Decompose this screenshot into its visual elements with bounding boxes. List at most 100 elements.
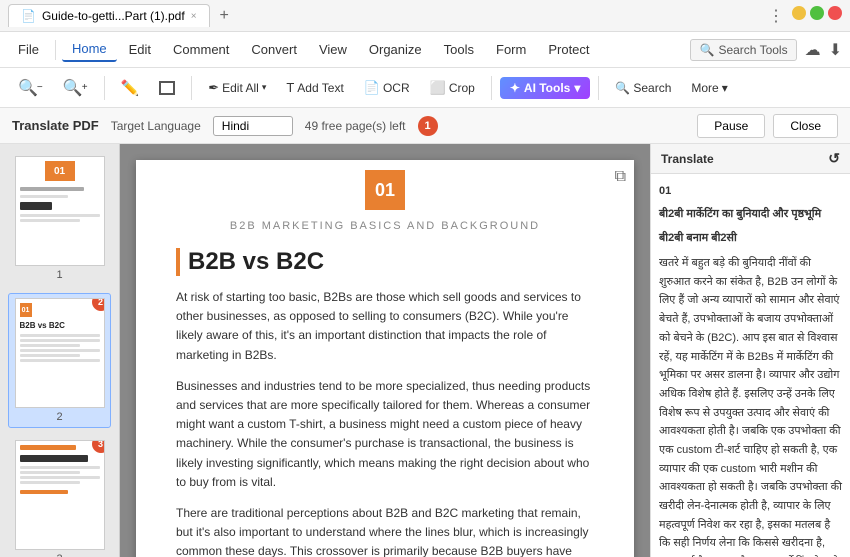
menu-comment[interactable]: Comment: [163, 38, 239, 61]
tab-close-icon[interactable]: ×: [191, 11, 197, 22]
zoom-in-button[interactable]: 🔍 +: [55, 74, 96, 102]
draw-icon: ✏️: [121, 79, 140, 97]
thumb-title-line: [20, 187, 84, 191]
translate-close-button[interactable]: Close: [773, 114, 838, 138]
cloud-upload-icon[interactable]: ☁: [805, 40, 821, 60]
edit-all-button[interactable]: ✒ Edit All ▾: [200, 76, 274, 100]
ai-star-icon: ✦: [510, 81, 520, 95]
more-label: More: [691, 81, 718, 95]
translation-panel-body: 01 बी2बी मार्केटिंग का बुनियादी और पृष्ठ…: [651, 174, 850, 557]
thumb-bottom-bar: [20, 490, 68, 494]
dots-icon: ⋮: [768, 6, 784, 26]
ai-tools-button[interactable]: ✦ AI Tools ▾: [500, 77, 591, 99]
crop-icon: ⬜: [430, 80, 446, 96]
close-button[interactable]: [828, 6, 842, 20]
more-dropdown-icon: ▾: [722, 81, 728, 95]
thumb-line-9: [20, 359, 100, 362]
search-button[interactable]: 🔍 Search: [607, 77, 679, 99]
tab-title: Guide-to-getti...Part (1).pdf: [42, 9, 185, 23]
thumb-line-13: [20, 481, 80, 484]
cloud-download-icon[interactable]: ⬇: [829, 40, 842, 60]
zoom-in-icon: 🔍: [63, 78, 83, 98]
paragraph-1: At risk of starting too basic, B2Bs are …: [176, 288, 594, 365]
thumbnail-page-3[interactable]: 3 3: [8, 436, 111, 557]
edit-all-label: Edit All: [222, 81, 259, 95]
thumb-image-3: 3: [15, 440, 105, 550]
thumb-content-1: 01: [16, 157, 104, 265]
pause-button[interactable]: Pause: [697, 114, 765, 138]
menu-tools[interactable]: Tools: [434, 38, 484, 61]
menu-protect[interactable]: Protect: [538, 38, 599, 61]
translation-panel-header: Translate ↺: [651, 144, 850, 174]
zoom-out-icon: 🔍: [18, 78, 38, 98]
thumb-line-12: [20, 476, 100, 479]
minimize-button[interactable]: [792, 6, 806, 20]
menu-home[interactable]: Home: [62, 37, 117, 62]
translation-panel-title: Translate: [661, 152, 714, 166]
thumb-logo-block: [20, 202, 52, 210]
title-bar: 📄 Guide-to-getti...Part (1).pdf × + ⋮: [0, 0, 850, 32]
menu-bar: File Home Edit Comment Convert View Orga…: [0, 32, 850, 68]
orange-bar-decoration: [176, 248, 180, 276]
thumbnail-page-2[interactable]: 2 01 B2B vs B2C 2: [8, 293, 111, 428]
menu-form[interactable]: Form: [486, 38, 536, 61]
thumb-page-marker: 01: [20, 303, 32, 317]
new-tab-button[interactable]: +: [216, 7, 233, 25]
add-text-button[interactable]: T Add Text: [278, 76, 351, 99]
pdf-page: ⧉ 01 B2B MARKETING BASICS AND BACKGROUND…: [136, 160, 634, 557]
active-tab[interactable]: 📄 Guide-to-getti...Part (1).pdf ×: [8, 4, 210, 27]
menu-convert[interactable]: Convert: [241, 38, 307, 61]
thumb-line-6: [20, 344, 80, 347]
section-title-text: B2B vs B2C: [188, 248, 324, 276]
thumb-line-10: [20, 466, 100, 469]
copy-icon[interactable]: ⧉: [615, 168, 626, 186]
thumb-content-3: [16, 441, 104, 549]
search-tools-button[interactable]: 🔍 Search Tools: [690, 39, 796, 61]
main-area: 01 1 2 01 B2B vs B2C: [0, 144, 850, 557]
thumb-line-8: [20, 354, 80, 357]
target-language-input[interactable]: [213, 116, 293, 136]
thumb-line-4: [20, 334, 100, 337]
thumb-line-11: [20, 471, 80, 474]
thumb-image-1: 01: [15, 156, 105, 266]
ocr-button[interactable]: 📄 OCR: [356, 76, 418, 100]
translation-panel: Translate ↺ 01 बी2बी मार्केटिंग का बुनिय…: [650, 144, 850, 557]
menu-view[interactable]: View: [309, 38, 357, 61]
zoom-out-button[interactable]: 🔍 −: [10, 74, 51, 102]
translation-panel-refresh-icon[interactable]: ↺: [828, 150, 840, 167]
add-text-label: Add Text: [297, 81, 343, 95]
thumb-line-1: [20, 195, 68, 198]
maximize-button[interactable]: [810, 6, 824, 20]
pdf-content-area[interactable]: ⧉ 01 B2B MARKETING BASICS AND BACKGROUND…: [120, 144, 650, 557]
page-number-badge: 01: [365, 170, 405, 210]
crop-label: Crop: [449, 81, 475, 95]
search-icon: 🔍: [615, 81, 630, 95]
thumb-page-num-1: 1: [56, 269, 62, 281]
menu-edit[interactable]: Edit: [119, 38, 161, 61]
thumbnail-page-1[interactable]: 01 1: [8, 152, 111, 285]
thumbnail-sidebar: 01 1 2 01 B2B vs B2C: [0, 144, 120, 557]
menu-right: 🔍 Search Tools ☁ ⬇: [690, 39, 842, 61]
rect-button[interactable]: [151, 77, 183, 99]
add-text-icon: T: [286, 80, 294, 95]
pages-left-label: 49 free page(s) left: [305, 119, 406, 133]
toolbar: 🔍 − 🔍 + ✏️ ✒ Edit All ▾ T Add Text 📄 OCR…: [0, 68, 850, 108]
rect-icon: [159, 81, 175, 95]
menu-organize[interactable]: Organize: [359, 38, 432, 61]
translate-pdf-label: Translate PDF: [12, 118, 99, 133]
menu-file[interactable]: File: [8, 38, 49, 61]
search-tools-icon: 🔍: [699, 43, 714, 57]
search-label: Search: [633, 81, 671, 95]
edit-all-icon: ✒: [208, 80, 219, 96]
trans-heading-1: बी2बी मार्केटिंग का बुनियादी और पृष्ठभूम…: [659, 205, 842, 224]
draw-button[interactable]: ✏️: [113, 75, 148, 101]
toolbar-separator-1: [104, 76, 105, 100]
ai-tools-label: AI Tools: [524, 81, 570, 95]
thumb-line-7: [20, 349, 100, 352]
tab-area: 📄 Guide-to-getti...Part (1).pdf × +: [8, 4, 760, 27]
more-button[interactable]: More ▾: [683, 77, 735, 99]
crop-button[interactable]: ⬜ Crop: [422, 76, 483, 100]
toolbar-separator-2: [191, 76, 192, 100]
thumb-b2b-heading: B2B vs B2C: [20, 321, 100, 330]
thumb-cover-badge: 01: [45, 161, 75, 181]
